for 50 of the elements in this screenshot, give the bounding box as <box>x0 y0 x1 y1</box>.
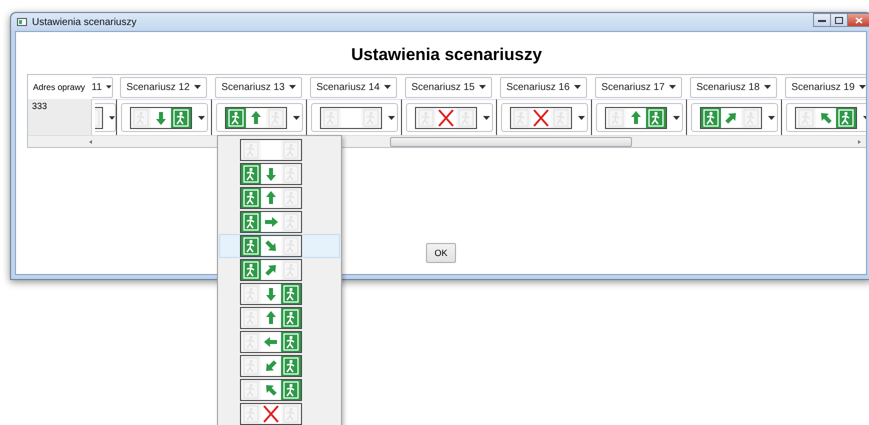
scenario-header-button[interactable]: Scenariusz 13 <box>215 76 302 98</box>
sign-dropdown[interactable] <box>310 103 398 132</box>
caret-icon <box>578 116 584 120</box>
sign-dropdown[interactable] <box>95 103 116 132</box>
caret-icon <box>672 116 680 120</box>
caret-icon <box>478 85 486 89</box>
scenario-header-button[interactable]: Scenariusz 19 <box>785 76 866 98</box>
close-icon <box>855 16 863 24</box>
minimize-icon <box>818 18 826 22</box>
caret-icon <box>288 85 296 89</box>
dropdown-option[interactable] <box>219 234 340 258</box>
caret-icon <box>109 116 115 120</box>
scenario-header-button[interactable]: Scenariusz 12 <box>120 76 207 98</box>
sign-dropdown[interactable] <box>120 103 208 132</box>
caret-icon <box>668 85 676 89</box>
minimize-button[interactable] <box>813 13 831 27</box>
table-cell: 333 <box>28 99 92 135</box>
scenario-header-button[interactable]: Scenariusz 14 <box>310 76 397 98</box>
caret-icon <box>384 85 391 89</box>
window-title: Ustawienia scenariuszy <box>32 16 138 28</box>
dialog-heading: Ustawienia scenariuszy <box>350 45 543 65</box>
scrollbar-thumb[interactable] <box>390 137 632 147</box>
maximize-icon <box>835 16 843 24</box>
scroll-left-icon[interactable] <box>88 138 94 144</box>
caret-icon <box>292 116 300 120</box>
maximize-button[interactable] <box>830 13 848 27</box>
sign-dropdown[interactable] <box>690 103 778 132</box>
scenario-header-button[interactable]: Scenariusz 17 <box>595 76 682 98</box>
caret-icon <box>764 85 771 89</box>
caret-icon <box>482 116 490 120</box>
sign-dropdown[interactable] <box>596 103 682 132</box>
sign-dropdown[interactable] <box>786 103 866 132</box>
scenario-header-button[interactable]: 11 <box>92 76 112 98</box>
caret-icon <box>768 116 774 120</box>
scroll-right-icon[interactable] <box>856 138 862 144</box>
sign-dropdown[interactable] <box>500 103 588 132</box>
sign-dropdown[interactable] <box>406 103 492 132</box>
caret-icon <box>198 116 204 120</box>
scenario-header-button[interactable]: Scenariusz 18 <box>690 76 777 98</box>
scenario-header-button[interactable]: Scenariusz 15 <box>405 76 492 98</box>
caret-icon <box>574 85 581 89</box>
caret-icon <box>194 85 201 89</box>
caret-icon <box>388 116 394 120</box>
sign-dropdown[interactable] <box>216 103 302 132</box>
app-icon <box>17 18 27 26</box>
caret-icon <box>858 85 866 89</box>
ok-button[interactable]: OK <box>426 243 456 263</box>
caret-icon <box>106 85 112 89</box>
close-button[interactable] <box>847 13 869 27</box>
scenario-header-button[interactable]: Scenariusz 16 <box>500 76 587 98</box>
